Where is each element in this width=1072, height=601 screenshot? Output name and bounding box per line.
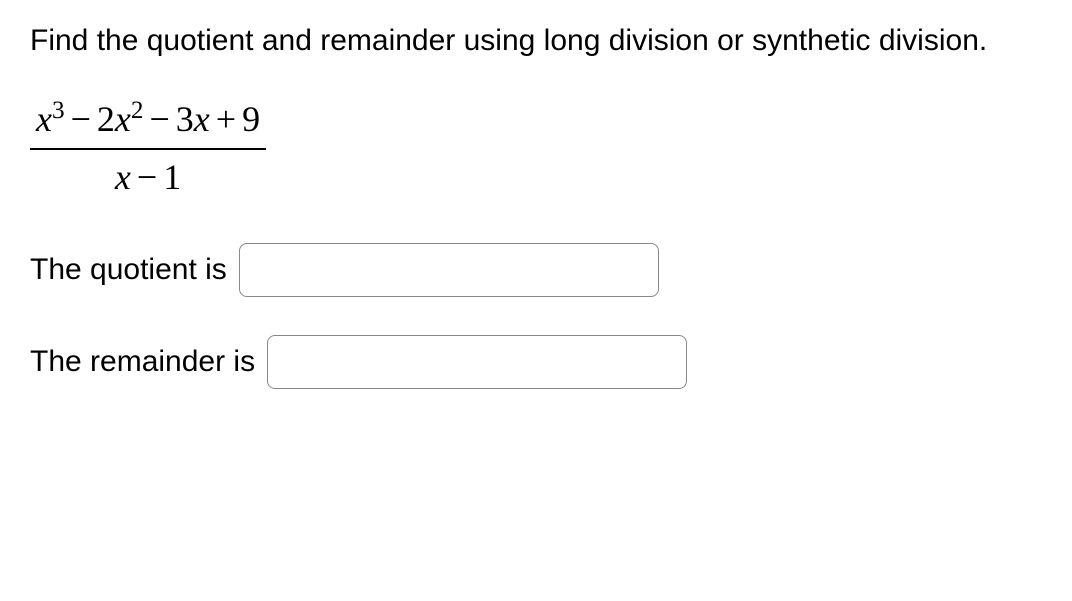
quotient-input[interactable] — [239, 243, 659, 297]
quotient-row: The quotient is — [30, 243, 1042, 297]
remainder-input[interactable] — [267, 335, 687, 389]
quotient-label: The quotient is — [30, 253, 227, 287]
remainder-label: The remainder is — [30, 345, 255, 379]
denominator: x−1 — [30, 148, 266, 198]
remainder-row: The remainder is — [30, 335, 1042, 389]
instruction-text: Find the quotient and remainder using lo… — [30, 20, 1042, 62]
division-expression: x3−2x2−3x+9 x−1 — [30, 97, 266, 198]
numerator: x3−2x2−3x+9 — [30, 97, 266, 148]
